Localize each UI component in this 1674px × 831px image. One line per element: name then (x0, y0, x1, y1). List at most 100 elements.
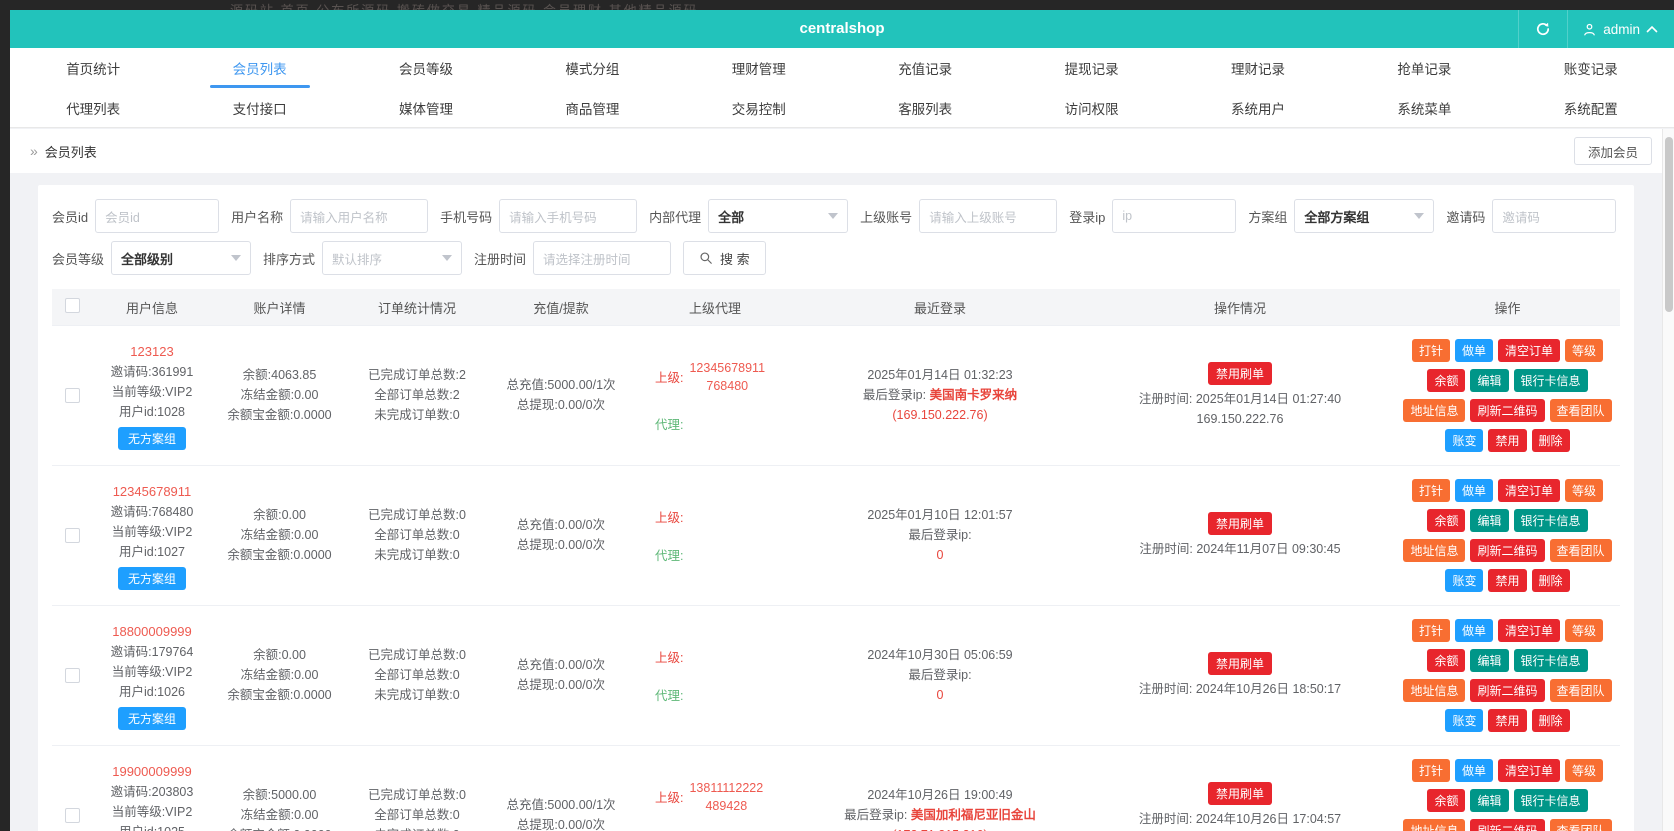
action-button[interactable]: 禁用 (1488, 429, 1527, 452)
action-button[interactable]: 做单 (1454, 619, 1493, 642)
action-button[interactable]: 编辑 (1470, 369, 1509, 392)
search-button[interactable]: 搜 索 (683, 241, 766, 275)
action-button[interactable]: 余额 (1427, 649, 1466, 672)
nav-tab[interactable]: 系统用户 (1175, 88, 1341, 127)
action-button[interactable]: 余额 (1427, 369, 1466, 392)
action-button[interactable]: 打针 (1411, 619, 1450, 642)
user-menu[interactable]: admin (1568, 10, 1674, 48)
action-button[interactable]: 等级 (1565, 619, 1604, 642)
action-button[interactable]: 地址信息 (1403, 399, 1466, 422)
nav-tab[interactable]: 会员列表 (176, 48, 342, 88)
action-button[interactable]: 清空订单 (1498, 479, 1561, 502)
nav-tab[interactable]: 提现记录 (1008, 48, 1174, 88)
member-username[interactable]: 12345678911 (113, 482, 192, 502)
filter-input[interactable]: 请输入用户名称 (290, 199, 429, 233)
action-button[interactable]: 等级 (1565, 339, 1604, 362)
action-button[interactable]: 打针 (1411, 479, 1450, 502)
action-button[interactable]: 清空订单 (1498, 759, 1561, 782)
row-checkbox[interactable] (64, 388, 80, 403)
action-button[interactable]: 做单 (1454, 479, 1493, 502)
filter-field: 注册时间 请选择注册时间 (474, 241, 672, 275)
action-button[interactable]: 做单 (1454, 339, 1493, 362)
action-button[interactable]: 账变 (1445, 429, 1484, 452)
action-button[interactable]: 编辑 (1470, 649, 1509, 672)
action-button[interactable]: 禁用 (1488, 709, 1527, 732)
action-button[interactable]: 地址信息 (1403, 539, 1466, 562)
filter-input[interactable]: 全部方案组 (1294, 199, 1435, 233)
add-member-button[interactable]: 添加会员 (1573, 137, 1652, 165)
orders-all: 全部订单总数:0 (374, 528, 460, 542)
action-button[interactable]: 银行卡信息 (1513, 789, 1588, 812)
filter-input[interactable]: 请选择注册时间 (533, 241, 672, 275)
select-all-checkbox[interactable] (64, 298, 80, 313)
action-button[interactable]: 打针 (1411, 339, 1450, 362)
action-button[interactable]: 查看团队 (1549, 399, 1612, 422)
action-button[interactable]: 清空订单 (1498, 339, 1561, 362)
nav-tab[interactable]: 首页统计 (10, 48, 176, 88)
nav-tab[interactable]: 系统配置 (1508, 88, 1674, 127)
nav-tab[interactable]: 理财记录 (1175, 48, 1341, 88)
action-button[interactable]: 清空订单 (1498, 619, 1561, 642)
action-button[interactable]: 刷新二维码 (1470, 679, 1545, 702)
nav-tab[interactable]: 模式分组 (509, 48, 675, 88)
nav-tab[interactable]: 充值记录 (842, 48, 1008, 88)
action-button[interactable]: 余额 (1427, 509, 1466, 532)
action-button[interactable]: 账变 (1445, 569, 1484, 592)
row-checkbox[interactable] (64, 808, 80, 823)
nav-tab[interactable]: 访问权限 (1008, 88, 1174, 127)
action-button[interactable]: 做单 (1454, 759, 1493, 782)
nav-tab[interactable]: 系统菜单 (1341, 88, 1507, 127)
member-username[interactable]: 123123 (130, 342, 173, 362)
refresh-button[interactable] (1518, 10, 1569, 48)
member-username[interactable]: 19900009999 (112, 762, 192, 782)
action-button[interactable]: 删除 (1531, 429, 1570, 452)
action-button[interactable]: 刷新二维码 (1470, 399, 1545, 422)
member-username[interactable]: 18800009999 (112, 622, 192, 642)
nav-tab[interactable]: 抢单记录 (1341, 48, 1507, 88)
action-button[interactable]: 删除 (1531, 709, 1570, 732)
filter-input[interactable]: 全部 (708, 199, 849, 233)
action-button[interactable]: 银行卡信息 (1513, 509, 1588, 532)
nav-tab[interactable]: 客服列表 (842, 88, 1008, 127)
action-button[interactable]: 查看团队 (1549, 539, 1612, 562)
nav-tab[interactable]: 账变记录 (1508, 48, 1674, 88)
action-button[interactable]: 删除 (1531, 569, 1570, 592)
filter-input[interactable]: 会员id (95, 199, 220, 233)
scrollbar-track[interactable] (1662, 129, 1674, 831)
scrollbar-thumb[interactable] (1665, 137, 1673, 312)
filter-field: 排序方式 默认排序 (263, 241, 463, 275)
action-button[interactable]: 禁用 (1488, 569, 1527, 592)
nav-tab[interactable]: 商品管理 (509, 88, 675, 127)
action-button[interactable]: 刷新二维码 (1470, 539, 1545, 562)
filter-input[interactable]: ip (1112, 199, 1237, 233)
action-button[interactable]: 地址信息 (1403, 819, 1466, 831)
nav-tab[interactable]: 支付接口 (176, 88, 342, 127)
filter-input[interactable]: 请输入手机号码 (499, 199, 638, 233)
filter-value: 请输入上级账号 (929, 210, 1017, 225)
filter-label: 注册时间 (474, 251, 527, 267)
action-button[interactable]: 查看团队 (1549, 819, 1612, 831)
row-checkbox[interactable] (64, 528, 80, 543)
filter-input[interactable]: 请输入上级账号 (919, 199, 1058, 233)
nav-tab[interactable]: 媒体管理 (343, 88, 509, 127)
nav-tab[interactable]: 交易控制 (676, 88, 842, 127)
filter-input[interactable]: 全部级别 (111, 241, 252, 275)
action-button[interactable]: 账变 (1445, 709, 1484, 732)
row-checkbox[interactable] (64, 668, 80, 683)
nav-tab[interactable]: 代理列表 (10, 88, 176, 127)
action-button[interactable]: 刷新二维码 (1470, 819, 1545, 831)
action-button[interactable]: 编辑 (1470, 509, 1509, 532)
action-button[interactable]: 银行卡信息 (1513, 649, 1588, 672)
action-button[interactable]: 等级 (1565, 479, 1604, 502)
action-button[interactable]: 余额 (1427, 789, 1466, 812)
action-button[interactable]: 编辑 (1470, 789, 1509, 812)
action-button[interactable]: 打针 (1411, 759, 1450, 782)
action-button[interactable]: 银行卡信息 (1513, 369, 1588, 392)
filter-input[interactable]: 邀请码 (1492, 199, 1617, 233)
action-button[interactable]: 地址信息 (1403, 679, 1466, 702)
action-button[interactable]: 等级 (1565, 759, 1604, 782)
filter-input[interactable]: 默认排序 (322, 241, 463, 275)
action-button[interactable]: 查看团队 (1549, 679, 1612, 702)
nav-tab[interactable]: 理财管理 (676, 48, 842, 88)
nav-tab[interactable]: 会员等级 (343, 48, 509, 88)
